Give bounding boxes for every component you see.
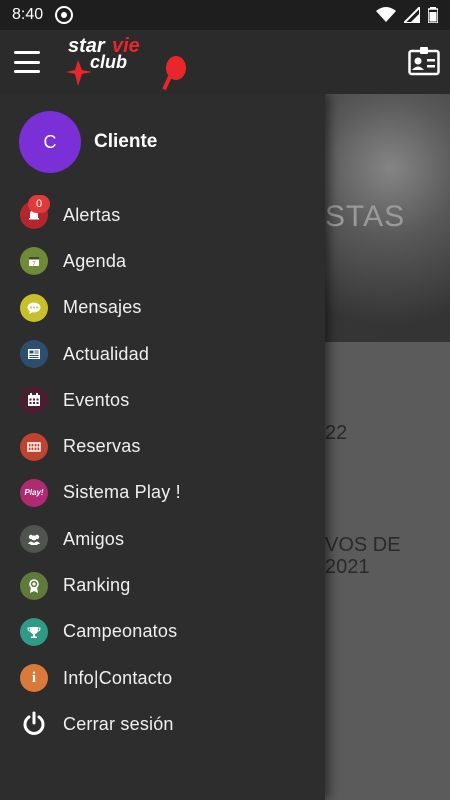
drawer-item-eventos[interactable]: Eventos	[0, 377, 325, 423]
drawer-item-sistema-play[interactable]: Play! Sistema Play !	[0, 470, 325, 516]
drawer-item-label: Cerrar sesión	[63, 713, 174, 734]
drawer-item-agenda[interactable]: 7 Agenda	[0, 238, 325, 284]
play-icon: Play!	[20, 478, 48, 507]
drawer-item-cerrar-sesi-n[interactable]: Cerrar sesión	[0, 701, 325, 747]
court-icon	[20, 432, 48, 461]
news-item-2-line2: 2021	[325, 556, 370, 578]
svg-text:club: club	[90, 52, 127, 72]
drawer-item-alertas[interactable]: 0 Alertas	[0, 192, 325, 238]
drawer-item-ranking[interactable]: Ranking	[0, 562, 325, 608]
hero-title: STAS	[325, 200, 406, 233]
newspaper-icon	[20, 340, 48, 369]
power-icon	[20, 710, 48, 739]
alert-count-badge: 0	[28, 195, 50, 214]
drawer-item-label: Ranking	[63, 575, 131, 596]
drawer-item-actualidad[interactable]: Actualidad	[0, 331, 325, 377]
drawer-item-info-contacto[interactable]: i Info|Contacto	[0, 655, 325, 701]
drawer-item-label: Reservas	[63, 436, 141, 457]
drawer-item-label: Amigos	[63, 528, 125, 549]
news-item-2-text[interactable]: VOS DE 2021	[325, 534, 450, 578]
app-bar: star vie club	[0, 30, 450, 94]
status-time: 8:40	[12, 6, 44, 23]
drawer-item-label: Sistema Play !	[63, 482, 181, 503]
drawer-item-amigos[interactable]: Amigos	[0, 516, 325, 562]
info-icon: i	[20, 664, 48, 693]
drawer-item-label: Info|Contacto	[63, 667, 173, 688]
id-card-icon[interactable]	[408, 46, 440, 76]
friends-icon	[20, 525, 48, 554]
chat-icon	[20, 293, 48, 322]
status-icons	[376, 7, 438, 23]
drawer-item-label: Alertas	[63, 204, 121, 225]
drawer-item-label: Eventos	[63, 389, 130, 410]
navigation-drawer: C Cliente 0 Alertas 7 Agenda Mensajes Actuali…	[0, 94, 325, 800]
medal-icon	[20, 571, 48, 600]
signal-icon	[404, 7, 420, 23]
starvie-club-logo: star vie club	[64, 32, 194, 92]
event-calendar-icon	[20, 386, 48, 415]
hamburger-menu-icon[interactable]	[14, 51, 40, 73]
news-item-1-text[interactable]: 22	[325, 422, 347, 445]
drawer-item-mensajes[interactable]: Mensajes	[0, 285, 325, 331]
sync-status-icon	[55, 6, 74, 24]
calendar-icon: 7	[20, 247, 48, 276]
drawer-item-campeonatos[interactable]: Campeonatos	[0, 609, 325, 655]
drawer-item-label: Campeonatos	[63, 621, 178, 642]
drawer-menu: 0 Alertas 7 Agenda Mensajes Actualidad Eventos…	[0, 192, 325, 748]
drawer-item-label: Agenda	[63, 250, 127, 271]
user-name: Cliente	[94, 131, 158, 152]
bell-icon: 0	[20, 195, 50, 230]
drawer-item-label: Actualidad	[63, 343, 150, 364]
drawer-item-reservas[interactable]: Reservas	[0, 423, 325, 469]
screen: 8:40 star vie club STAS 22 VOS DE 2021 C…	[0, 0, 450, 800]
battery-icon	[428, 7, 438, 23]
drawer-item-label: Mensajes	[63, 297, 142, 318]
user-profile[interactable]: C Cliente	[19, 111, 157, 173]
avatar: C	[19, 111, 81, 173]
wifi-icon	[376, 7, 396, 22]
status-bar: 8:40	[0, 0, 450, 30]
news-item-2-line1: VOS DE	[325, 534, 401, 556]
trophy-icon	[20, 617, 48, 646]
